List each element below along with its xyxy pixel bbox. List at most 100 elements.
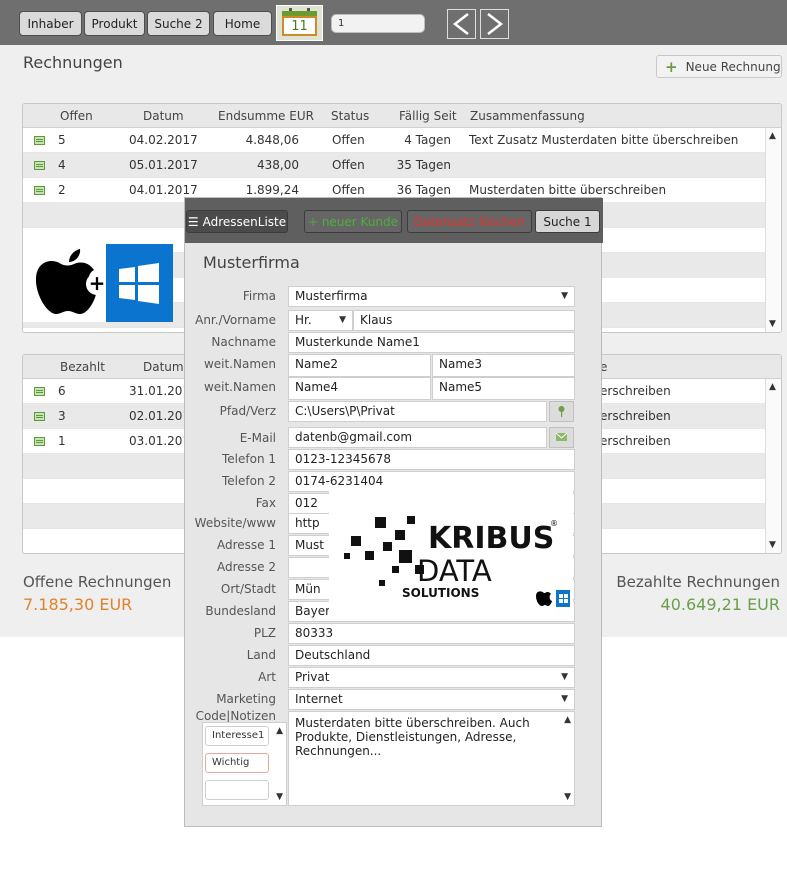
cell-nr: 6 xyxy=(58,384,66,398)
email-label: E-Mail xyxy=(239,431,276,445)
app-window: Inhaber Produkt Suche 2 Home 11 1 Rechnu… xyxy=(0,0,787,869)
new-customer-button[interactable]: + neuer Kunde xyxy=(304,210,402,233)
cell-faellig: 36 Tagen xyxy=(396,183,451,197)
firma-label: Firma xyxy=(242,289,276,303)
table-row[interactable]: 5 04.02.2017 4.848,06 Offen 4 Tagen Text… xyxy=(23,128,781,153)
scroll-down-icon[interactable]: ▼ xyxy=(769,319,776,329)
nachname-field[interactable]: Musterkunde Name1 xyxy=(288,332,575,353)
send-email-button[interactable] xyxy=(549,427,574,448)
email-field[interactable]: datenb@gmail.com xyxy=(288,427,547,448)
mail-icon xyxy=(555,432,568,441)
name4-field[interactable]: Name4 xyxy=(288,377,431,400)
cell-datum: 02.01.201 xyxy=(129,409,191,423)
home-button[interactable]: Home xyxy=(213,11,272,36)
art-label: Art xyxy=(258,670,276,684)
pfad-field[interactable]: C:\Users\P\Privat xyxy=(288,401,547,422)
column-header[interactable]: Datum xyxy=(143,360,184,374)
logo-line2: DATA xyxy=(417,554,492,588)
cell-faellig: 4 Tagen xyxy=(404,133,451,147)
page-title: Rechnungen xyxy=(23,53,123,72)
notes-text: Musterdaten bitte überschreiben. Auch Pr… xyxy=(295,716,530,758)
telefon1-field[interactable]: 0123-12345678 xyxy=(288,449,575,470)
scroll-up-icon[interactable]: ▲ xyxy=(769,382,776,392)
scroll-up-icon[interactable]: ▲ xyxy=(276,726,283,736)
cell-datum: 04.01.2017 xyxy=(129,183,198,197)
top-toolbar: Inhaber Produkt Suche 2 Home 11 1 xyxy=(0,0,787,45)
anrede-select[interactable]: Hr. ▼ xyxy=(288,310,353,331)
telefon2-label: Telefon 2 xyxy=(221,474,276,488)
weitere-namen-label: weit.Namen xyxy=(203,357,276,371)
record-number-field[interactable]: 1 xyxy=(331,14,425,33)
fax-label: Fax xyxy=(255,496,276,510)
firma-select[interactable]: Musterfirma ▼ xyxy=(288,286,575,307)
art-select[interactable]: Privat ▼ xyxy=(288,667,575,688)
vertical-scrollbar[interactable]: ▲ ▼ xyxy=(765,379,781,553)
codes-list[interactable]: Interesse1 Wichtig ▲ ▼ xyxy=(202,722,287,806)
cell-status: Offen xyxy=(332,183,365,197)
cell-summary: Musterdaten bitte überschreiben xyxy=(469,183,667,197)
produkt-button[interactable]: Produkt xyxy=(84,11,145,36)
code-item[interactable]: Interesse1 xyxy=(205,726,269,746)
delete-record-button[interactable]: Datensatz löschen xyxy=(407,210,532,233)
logo-mark: ® xyxy=(550,519,558,528)
invoice-icon xyxy=(34,437,45,446)
chevron-down-icon: ▼ xyxy=(561,291,568,301)
scroll-down-icon[interactable]: ▼ xyxy=(276,792,283,802)
adresse1-label: Adresse 1 xyxy=(216,538,276,552)
name3-field[interactable]: Name3 xyxy=(432,354,575,377)
name2-field[interactable]: Name2 xyxy=(288,354,431,377)
suche1-button[interactable]: Suche 1 xyxy=(535,210,600,233)
anrede-label: Anr./Vorname xyxy=(195,313,276,327)
adresse2-label: Adresse 2 xyxy=(216,560,276,574)
logo-line3: SOLUTIONS xyxy=(402,586,479,600)
telefon1-label: Telefon 1 xyxy=(221,452,276,466)
pin-icon xyxy=(558,406,565,417)
address-list-button[interactable]: ☰ AdressenListe xyxy=(186,210,288,233)
name5-field[interactable]: Name5 xyxy=(432,377,575,400)
cell-summary: erschreiben xyxy=(600,384,671,398)
cell-datum: 05.01.2017 xyxy=(129,158,198,172)
cell-summary: erschreiben xyxy=(600,409,671,423)
previous-arrow-icon[interactable] xyxy=(447,9,476,39)
telefon2-field[interactable]: 0174-6231404 xyxy=(288,471,575,492)
suche2-button[interactable]: Suche 2 xyxy=(147,11,210,36)
column-header[interactable]: Status xyxy=(331,109,369,123)
column-header[interactable]: Bezahlt xyxy=(60,360,105,374)
cell-summe: 438,00 xyxy=(257,158,299,172)
code-notizen-label: Code|Notizen xyxy=(195,709,276,723)
new-invoice-label: Neue Rechnung xyxy=(685,59,781,74)
cell-datum: 03.01.201 xyxy=(129,434,191,448)
invoice-icon xyxy=(34,412,45,421)
nachname-label: Nachname xyxy=(211,335,276,349)
vertical-scrollbar[interactable]: ▲ ▼ xyxy=(765,128,781,332)
calendar-icon[interactable]: 11 xyxy=(276,5,323,41)
column-header[interactable]: Endsumme EUR xyxy=(218,109,314,123)
column-header[interactable]: Fällig Seit xyxy=(399,109,457,123)
table-row[interactable]: 4 05.01.2017 438,00 Offen 35 Tagen xyxy=(23,153,781,178)
scroll-down-icon[interactable]: ▼ xyxy=(564,792,571,802)
scroll-up-icon[interactable]: ▲ xyxy=(564,715,571,725)
column-header[interactable]: Datum xyxy=(143,109,184,123)
column-header[interactable]: Zusammenfassung xyxy=(470,109,585,123)
code-item[interactable]: Wichtig xyxy=(205,753,269,773)
column-header[interactable]: Offen xyxy=(60,109,93,123)
invoice-icon xyxy=(34,136,45,145)
next-arrow-icon[interactable] xyxy=(480,9,509,39)
marketing-select[interactable]: Internet ▼ xyxy=(288,689,575,710)
plz-field[interactable]: 80333 xyxy=(288,623,575,644)
paid-total-label: Bezahlte Rechnungen xyxy=(616,573,780,591)
cell-nr: 4 xyxy=(58,158,66,172)
land-field[interactable]: Deutschland xyxy=(288,645,575,666)
code-item[interactable] xyxy=(205,780,269,800)
notes-textarea[interactable]: Musterdaten bitte überschreiben. Auch Pr… xyxy=(288,711,575,806)
dialog-toolbar: ☰ AdressenListe + neuer Kunde Datensatz … xyxy=(185,198,603,243)
vorname-field[interactable]: Klaus xyxy=(353,310,575,331)
new-invoice-button[interactable]: + Neue Rechnung xyxy=(656,55,782,78)
address-list-label: AdressenListe xyxy=(202,214,287,229)
scroll-up-icon[interactable]: ▲ xyxy=(769,131,776,141)
scroll-down-icon[interactable]: ▼ xyxy=(769,540,776,550)
invoice-icon xyxy=(34,387,45,396)
bundesland-label: Bundesland xyxy=(205,604,276,618)
folder-browse-button[interactable] xyxy=(549,401,574,422)
inhaber-button[interactable]: Inhaber xyxy=(19,11,82,36)
